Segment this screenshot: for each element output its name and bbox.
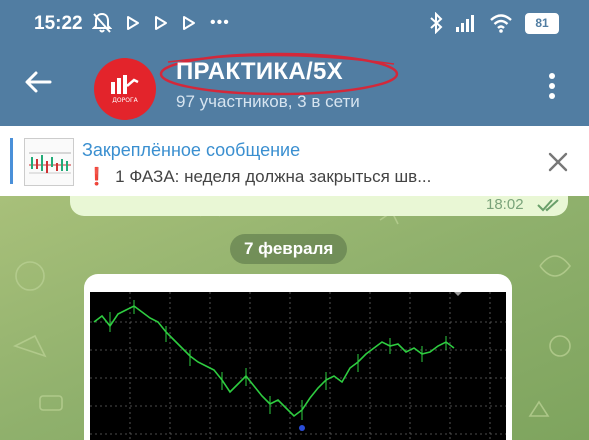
- chat-title[interactable]: ПРАКТИКА/5X: [176, 58, 343, 86]
- chart-thumbnail-icon: [25, 139, 73, 185]
- chat-subtitle: 97 участников, 3 в сети: [176, 92, 360, 111]
- back-arrow-icon[interactable]: [22, 66, 54, 98]
- chart-screenshot-image[interactable]: [90, 292, 506, 440]
- message-time: 18:02: [486, 196, 524, 213]
- pinned-preview: ❗ 1 ФАЗА: неделя должна закрыться шв...: [86, 167, 431, 187]
- play-notification-icon: [127, 16, 139, 30]
- status-time: 15:22: [34, 13, 83, 34]
- pinned-message-bar[interactable]: Закреплённое сообщение ❗ 1 ФАЗА: неделя д…: [0, 126, 589, 197]
- wifi-icon: [490, 14, 512, 33]
- pinned-indicator: [10, 138, 13, 184]
- chat-avatar[interactable]: ДОРОГА: [94, 58, 156, 120]
- play-notification-icon: [155, 16, 167, 30]
- price-chart-image: [90, 292, 506, 440]
- chat-area[interactable]: 18:02 7 февраля: [0, 196, 589, 440]
- pinned-preview-text: 1 ФАЗА: неделя должна закрыться шв...: [115, 167, 432, 186]
- pinned-title: Закреплённое сообщение: [82, 140, 301, 160]
- battery-indicator: 81: [525, 12, 559, 34]
- signal-icon: [456, 15, 474, 32]
- avatar-caption: ДОРОГА: [112, 97, 138, 104]
- pinned-thumbnail: [24, 138, 74, 186]
- read-checkmarks-icon: [537, 199, 559, 212]
- date-separator: 7 февраля: [230, 234, 348, 264]
- more-vertical-icon[interactable]: [540, 70, 564, 102]
- play-notification-icon: [183, 16, 195, 30]
- logo-icon: ДОРОГА: [111, 75, 139, 104]
- bluetooth-icon: [430, 12, 443, 34]
- chat-header: ДОРОГА ПРАКТИКА/5X 97 участников, 3 в се…: [0, 48, 589, 126]
- more-notifications-icon: •••: [210, 14, 230, 31]
- close-icon[interactable]: [546, 150, 570, 174]
- status-bar: 15:22 ••• 81: [0, 0, 589, 48]
- exclamation-icon: ❗: [86, 167, 108, 186]
- do-not-disturb-bell-icon: [92, 12, 112, 33]
